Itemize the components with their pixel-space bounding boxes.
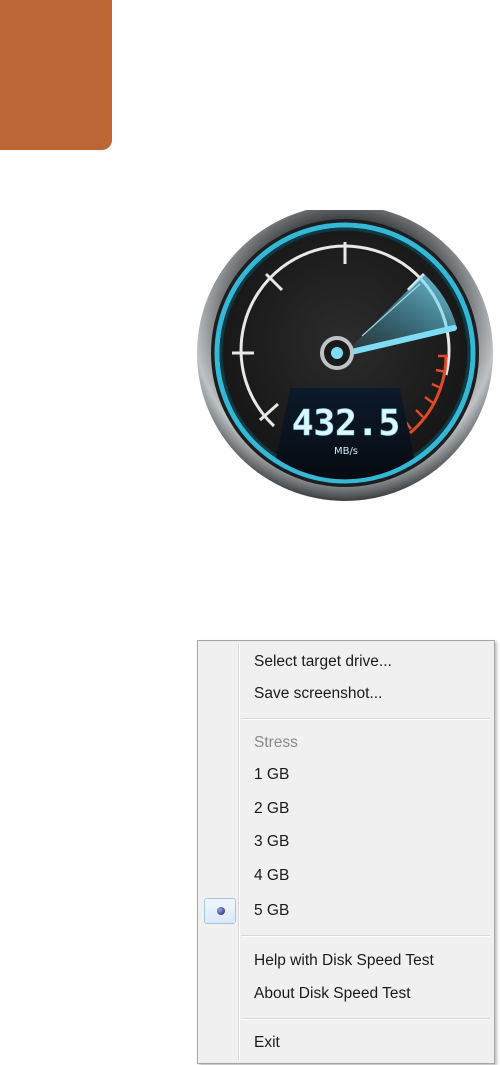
menu-item-stress-header: Stress	[201, 728, 491, 758]
gauge-value: 432.5	[292, 403, 400, 444]
menu-item-label: Stress	[254, 734, 298, 751]
menu-item-label: Select target drive...	[254, 653, 392, 670]
menu-item-label: About Disk Speed Test	[254, 985, 411, 1002]
gauge-unit: MB/s	[334, 446, 358, 457]
menu-item-2gb[interactable]: 2 GB	[201, 794, 491, 824]
menu-item-3gb[interactable]: 3 GB	[201, 827, 491, 857]
menu-item-exit[interactable]: Exit	[201, 1028, 491, 1058]
menu-item-label: Exit	[254, 1034, 280, 1051]
menu-item-about[interactable]: About Disk Speed Test	[201, 979, 491, 1009]
menu-item-label: Help with Disk Speed Test	[254, 952, 434, 969]
menu-separator	[241, 935, 490, 937]
menu-separator	[241, 718, 490, 720]
menu-item-label: 3 GB	[254, 833, 290, 850]
menu-item-label: Save screenshot...	[254, 685, 383, 702]
menu-item-label: 2 GB	[254, 800, 290, 817]
menu-item-label: 1 GB	[254, 766, 290, 783]
menu-item-help[interactable]: Help with Disk Speed Test	[201, 946, 491, 976]
menu-separator	[241, 1018, 490, 1020]
radio-selected-indicator	[204, 898, 236, 924]
menu-item-label: 4 GB	[254, 867, 290, 884]
menu-item-label: 5 GB	[254, 902, 290, 919]
radio-dot-icon	[217, 907, 225, 915]
orange-corner-tab	[0, 0, 112, 150]
menu-item-5gb[interactable]: 5 GB	[201, 896, 491, 926]
menu-item-4gb[interactable]: 4 GB	[201, 861, 491, 891]
menu-item-1gb[interactable]: 1 GB	[201, 760, 491, 790]
context-menu: Select target drive... Save screenshot..…	[197, 640, 495, 1064]
menu-item-select-target-drive[interactable]: Select target drive...	[201, 647, 491, 677]
speed-gauge: 432.5 MB/s	[197, 210, 493, 501]
menu-item-save-screenshot[interactable]: Save screenshot...	[201, 679, 491, 709]
